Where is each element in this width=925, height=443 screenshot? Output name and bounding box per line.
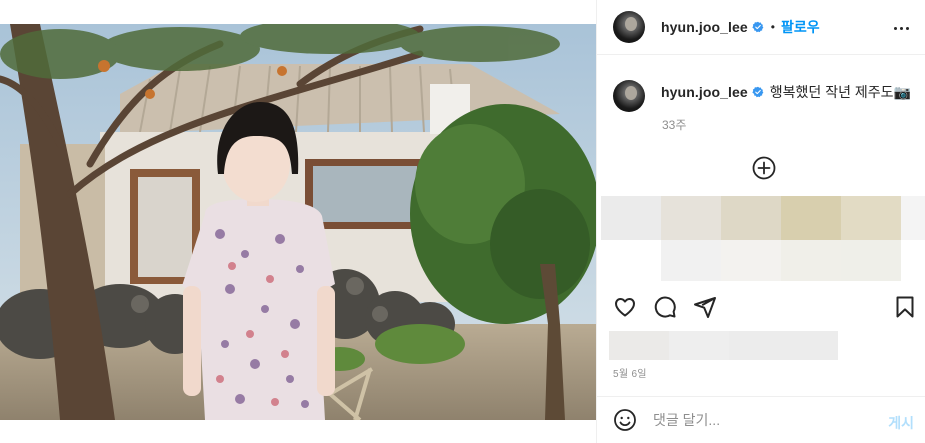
post-actions — [597, 292, 925, 322]
author-username[interactable]: hyun.joo_lee — [661, 19, 748, 35]
comment-input[interactable] — [653, 412, 863, 428]
caption: hyun.joo_lee 행복했던 작년 제주도📷 — [661, 80, 911, 101]
caption-text: 행복했던 작년 제주도📷 — [769, 84, 911, 100]
caption-row: hyun.joo_lee 행복했던 작년 제주도📷 — [613, 80, 911, 112]
blurred-likes-region — [609, 331, 838, 360]
paper-plane-icon[interactable] — [693, 295, 717, 319]
more-horizontal-icon[interactable] — [890, 17, 912, 39]
plus-circle-icon[interactable] — [752, 156, 776, 180]
comment-bubble-icon[interactable] — [653, 295, 677, 319]
post-photo[interactable] — [0, 24, 596, 420]
caption-author-avatar[interactable] — [613, 80, 645, 112]
verified-badge-icon — [752, 21, 764, 33]
photo-pane — [0, 0, 596, 443]
follow-button[interactable]: 팔로우 — [781, 17, 820, 37]
heart-icon[interactable] — [613, 295, 637, 319]
post-date[interactable]: 5월 6일 — [613, 365, 647, 380]
post-photo-image — [0, 24, 596, 420]
bookmark-icon[interactable] — [893, 295, 917, 319]
post-comment-button[interactable]: 게시 — [888, 413, 914, 433]
comment-bar: 게시 — [597, 396, 925, 443]
caption-username[interactable]: hyun.joo_lee — [661, 84, 748, 100]
post-side-panel: hyun.joo_lee • 팔로우 hyun.joo_lee 행복했던 작년 … — [596, 0, 925, 443]
post-header: hyun.joo_lee • 팔로우 — [597, 0, 925, 55]
caption-timestamp[interactable]: 33주 — [662, 116, 686, 133]
author-avatar[interactable] — [613, 11, 645, 43]
header-separator: • — [770, 20, 775, 34]
smiley-icon[interactable] — [613, 408, 637, 432]
verified-badge-icon — [752, 86, 764, 98]
blurred-comments-region — [597, 196, 925, 281]
